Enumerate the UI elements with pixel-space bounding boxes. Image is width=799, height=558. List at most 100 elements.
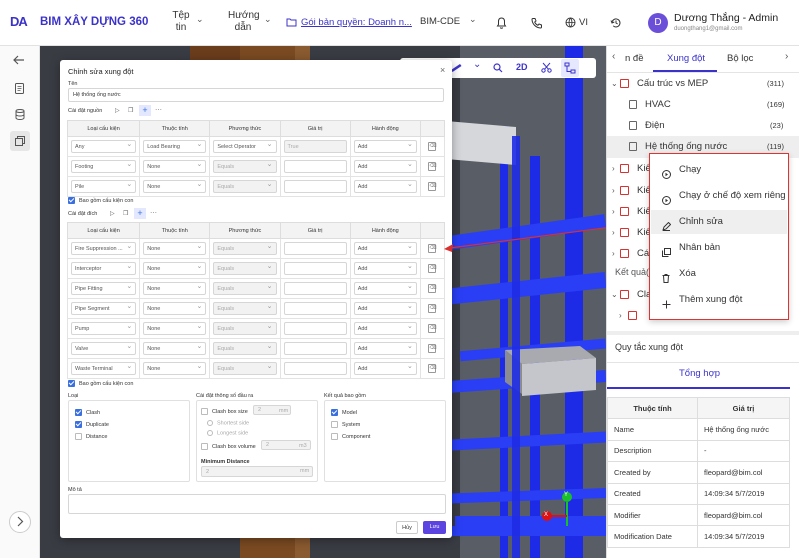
method-select[interactable]: Equals <box>213 180 277 193</box>
user-menu[interactable]: D Dương Thắng - Admin duongthang1@gmail.… <box>648 11 798 37</box>
value-input[interactable] <box>283 282 347 295</box>
menu-item-duplicate[interactable]: Nhân bản <box>651 236 787 260</box>
zoom-icon[interactable] <box>493 63 503 76</box>
trash-icon[interactable]: ⌫ <box>428 264 437 273</box>
property-select[interactable]: Load Bearing <box>143 140 207 153</box>
trash-icon[interactable]: ⌫ <box>428 304 437 313</box>
play-icon[interactable]: ▷ <box>115 107 120 114</box>
project-select[interactable]: BIM-CDE ⌄ <box>420 14 480 30</box>
trash-icon[interactable]: ⌫ <box>428 142 437 151</box>
chevron-right-icon[interactable]: › <box>785 51 788 62</box>
back-arrow-icon[interactable] <box>13 55 25 68</box>
language-switch[interactable]: VI <box>565 17 605 31</box>
method-select[interactable]: Equals <box>213 160 277 173</box>
type-select[interactable]: Waste Terminal <box>71 362 137 375</box>
license-link[interactable]: Gói bản quyền: Doanh n... <box>286 17 412 31</box>
type-select[interactable]: Footing <box>71 160 137 173</box>
checkbox[interactable] <box>201 408 208 415</box>
value-input[interactable] <box>283 302 347 315</box>
type-select[interactable]: Interceptor <box>71 262 137 275</box>
checkbox[interactable] <box>75 433 82 440</box>
action-select[interactable]: Add <box>353 262 417 275</box>
bell-icon[interactable] <box>496 17 507 32</box>
action-select[interactable]: Add <box>353 322 417 335</box>
tab-clash[interactable]: Xung đột <box>667 53 705 64</box>
menu-item-add-clash[interactable]: Thêm xung đột <box>651 288 787 312</box>
type-select[interactable]: Any <box>71 140 137 153</box>
play-icon[interactable]: ▷ <box>110 210 115 217</box>
property-select[interactable]: None <box>143 342 207 355</box>
radio[interactable] <box>207 430 213 436</box>
chevron-left-icon[interactable]: ‹ <box>612 51 615 62</box>
method-select[interactable]: Equals <box>213 362 277 375</box>
method-select[interactable]: Equals <box>213 302 277 315</box>
type-select[interactable]: Pump <box>71 322 137 335</box>
menu-item-delete[interactable]: Xóa <box>651 262 787 286</box>
type-option-clash[interactable]: Clash <box>75 409 100 416</box>
action-select[interactable]: Add <box>353 242 417 255</box>
trash-icon[interactable]: ⌫ <box>428 344 437 353</box>
description-input[interactable] <box>68 494 446 514</box>
checkbox[interactable] <box>68 380 75 387</box>
save-button[interactable]: Lưu <box>423 521 446 534</box>
copy-icon[interactable]: ❐ <box>128 107 133 114</box>
clash-box-volume-option[interactable]: Clash box volume 2 m3 <box>201 440 317 450</box>
property-select[interactable]: None <box>143 282 207 295</box>
tab-issues[interactable]: n đề <box>625 53 644 64</box>
value-input[interactable] <box>283 180 347 193</box>
close-icon[interactable]: × <box>440 65 445 75</box>
tab-summary[interactable]: Tổng hợp <box>679 368 720 379</box>
method-select[interactable]: Equals <box>213 242 277 255</box>
checkbox[interactable] <box>68 197 75 204</box>
view-2d-button[interactable]: 2D <box>516 62 528 72</box>
property-select[interactable]: None <box>143 302 207 315</box>
property-select[interactable]: None <box>143 160 207 173</box>
longest-side-option[interactable]: Longest side <box>207 430 248 436</box>
checkbox[interactable] <box>75 409 82 416</box>
menu-item-edit[interactable]: Chỉnh sửa <box>651 210 787 234</box>
method-select[interactable]: Equals <box>213 342 277 355</box>
chevron-down-icon[interactable]: ⌄ <box>473 59 481 70</box>
method-select[interactable]: Equals <box>213 282 277 295</box>
action-select[interactable]: Add <box>353 160 417 173</box>
action-select[interactable]: Add <box>353 342 417 355</box>
method-select[interactable]: Equals <box>213 322 277 335</box>
action-select[interactable]: Add <box>353 140 417 153</box>
history-icon[interactable] <box>610 17 622 32</box>
type-option-duplicate[interactable]: Duplicate <box>75 421 109 428</box>
database-icon[interactable] <box>15 109 25 123</box>
cancel-button[interactable]: Hủy <box>396 521 418 534</box>
type-option-distance[interactable]: Distance <box>75 433 107 440</box>
action-select[interactable]: Add <box>353 302 417 315</box>
tree-item-hvac[interactable]: HVAC (169) <box>607 94 799 116</box>
checkbox[interactable] <box>331 433 338 440</box>
result-option-system[interactable]: System <box>331 421 360 428</box>
checkbox[interactable] <box>201 443 208 450</box>
layers-icon[interactable] <box>10 131 30 151</box>
min-distance-input[interactable]: 2 <box>201 466 313 477</box>
value-input[interactable] <box>283 322 347 335</box>
source-include-children[interactable]: Bao gồm cấu kiện con <box>68 197 133 204</box>
phone-icon[interactable] <box>531 17 543 32</box>
action-select[interactable]: Add <box>353 180 417 193</box>
trash-icon[interactable]: ⌫ <box>428 182 437 191</box>
property-select[interactable]: None <box>143 180 207 193</box>
radio[interactable] <box>207 420 213 426</box>
checkbox[interactable] <box>331 421 338 428</box>
tab-filter[interactable]: Bộ lọc <box>727 53 753 64</box>
trash-icon[interactable]: ⌫ <box>428 244 437 253</box>
structure-icon[interactable] <box>561 59 579 77</box>
checkbox[interactable] <box>331 409 338 416</box>
value-input[interactable] <box>283 262 347 275</box>
menu-item-run-private[interactable]: Chạy ở chế độ xem riêng <box>651 184 787 208</box>
target-include-children[interactable]: Bao gồm cấu kiện con <box>68 380 133 387</box>
type-select[interactable]: Fire Suppression ... <box>71 242 137 255</box>
more-icon[interactable]: ⋯ <box>150 209 157 217</box>
guide-menu[interactable]: Hướng dẫn ⌄ <box>228 10 276 38</box>
copy-icon[interactable]: ❐ <box>123 210 128 217</box>
method-select[interactable]: Equals <box>213 262 277 275</box>
value-input[interactable] <box>283 362 347 375</box>
splitter[interactable] <box>607 331 799 335</box>
more-icon[interactable]: ⋯ <box>155 106 162 114</box>
clash-rules-label[interactable]: Quy tắc xung đột <box>615 342 683 352</box>
